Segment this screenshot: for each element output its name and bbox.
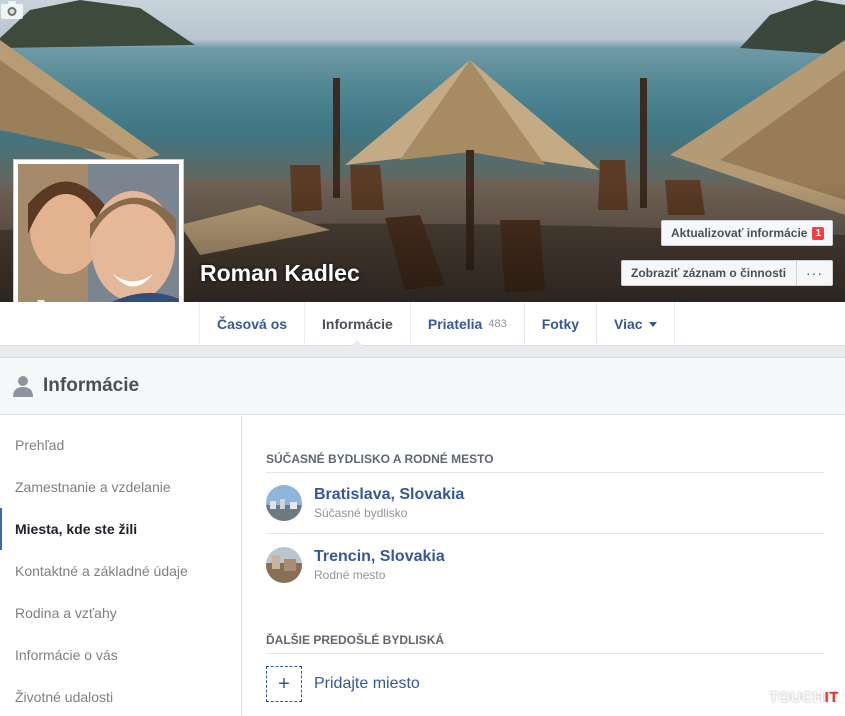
profile-tabs: Časová os Informácie Priatelia 483 Fotky… bbox=[199, 302, 675, 347]
update-info-label: Aktualizovať informácie bbox=[671, 226, 808, 240]
tab-label: Fotky bbox=[541, 316, 580, 332]
tab-more[interactable]: Viac bbox=[597, 302, 675, 346]
sidebar-item-places-lived[interactable]: Miesta, kde ste žili bbox=[0, 508, 241, 550]
place-row-hometown: Trencin, Slovakia Rodné mesto bbox=[266, 534, 824, 595]
person-icon bbox=[13, 376, 33, 397]
place-thumbnail[interactable] bbox=[266, 485, 302, 521]
more-options-button[interactable]: ··· bbox=[796, 260, 833, 286]
profile-name[interactable]: Roman Kadlec bbox=[200, 260, 360, 287]
sidebar-item-family[interactable]: Rodina a vzťahy bbox=[0, 592, 241, 634]
tab-label: Priatelia bbox=[427, 316, 483, 332]
about-section: Informácie Prehľad Zamestnanie a vzdelan… bbox=[0, 357, 845, 716]
watermark-prefix: TOUCH bbox=[769, 689, 825, 706]
place-thumbnail[interactable] bbox=[266, 546, 302, 583]
current-places-heading: Súčasné bydlisko a rodné mesto bbox=[266, 416, 824, 473]
places-content: Súčasné bydlisko a rodné mesto Bratislav… bbox=[266, 416, 824, 702]
watermark-logo: TOUCHIT bbox=[769, 689, 839, 706]
caret-down-icon bbox=[648, 321, 657, 327]
section-title: Informácie bbox=[43, 375, 140, 396]
other-places-heading: ĎALŠIE PREDOŠLÉ BYDLISKÁ bbox=[266, 595, 824, 654]
tab-timeline[interactable]: Časová os bbox=[200, 302, 306, 346]
tab-label: Viac bbox=[614, 316, 643, 332]
place-name-link[interactable]: Bratislava, Slovakia bbox=[314, 486, 464, 504]
tab-label: Časová os bbox=[217, 316, 288, 332]
sidebar-item-contact-info[interactable]: Kontaktné a základné údaje bbox=[0, 550, 241, 592]
friends-count: 483 bbox=[488, 318, 507, 330]
tab-photos[interactable]: Fotky bbox=[525, 302, 598, 346]
profile-nav-bar: Časová os Informácie Priatelia 483 Fotky… bbox=[0, 302, 845, 347]
activity-log-label: Zobraziť záznam o činnosti bbox=[631, 266, 787, 280]
watermark-suffix: IT bbox=[824, 689, 839, 706]
about-sidebar: Prehľad Zamestnanie a vzdelanie Miesta, … bbox=[0, 416, 242, 716]
plus-icon[interactable]: + bbox=[266, 666, 302, 702]
tab-label: Informácie bbox=[322, 316, 393, 332]
activity-log-button[interactable]: Zobraziť záznam o činnosti bbox=[621, 260, 797, 286]
sidebar-item-details[interactable]: Informácie o vás bbox=[0, 634, 241, 676]
place-name-link[interactable]: Trencin, Slovakia bbox=[314, 548, 445, 566]
place-type: Súčasné bydlisko bbox=[314, 506, 408, 520]
tab-about[interactable]: Informácie bbox=[305, 302, 411, 347]
place-row-current: Bratislava, Slovakia Súčasné bydlisko bbox=[266, 473, 824, 534]
camera-icon[interactable] bbox=[0, 0, 24, 20]
section-header: Informácie bbox=[0, 358, 845, 415]
sidebar-item-overview[interactable]: Prehľad bbox=[0, 424, 241, 466]
more-dots-icon: ··· bbox=[806, 265, 823, 281]
tab-friends[interactable]: Priatelia 483 bbox=[411, 302, 525, 346]
sidebar-item-life-events[interactable]: Životné udalosti bbox=[0, 676, 241, 716]
profile-photo bbox=[18, 164, 179, 324]
notification-badge: 1 bbox=[812, 226, 825, 240]
sidebar-item-work-education[interactable]: Zamestnanie a vzdelanie bbox=[0, 466, 241, 508]
update-info-button[interactable]: Aktualizovať informácie 1 bbox=[661, 220, 833, 246]
place-type: Rodné mesto bbox=[314, 567, 386, 582]
add-place-row[interactable]: + Pridajte miesto bbox=[266, 666, 824, 702]
add-place-link[interactable]: Pridajte miesto bbox=[314, 675, 420, 693]
